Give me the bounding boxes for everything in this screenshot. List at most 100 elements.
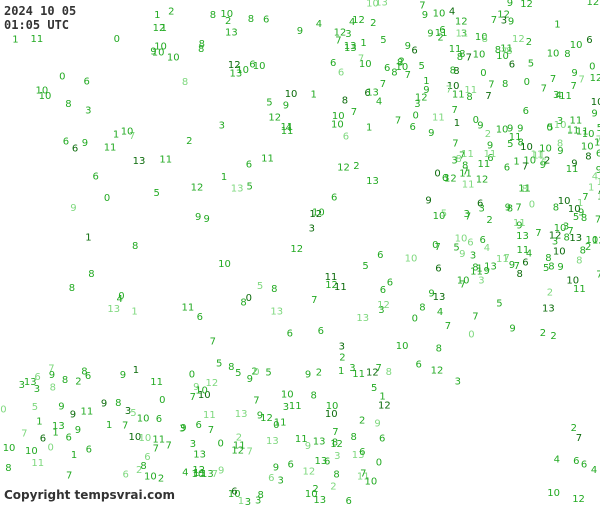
- station-value: 7: [247, 446, 253, 457]
- station-value: 0: [546, 123, 552, 134]
- station-value: 8: [132, 241, 138, 252]
- station-value: 4: [437, 307, 443, 318]
- station-value: 12: [476, 175, 489, 186]
- station-value: 8: [351, 432, 357, 443]
- station-value: 9: [507, 124, 513, 135]
- station-value: 6: [586, 35, 592, 46]
- observation-time: 01:05 UTC: [4, 18, 70, 32]
- station-value: 11: [182, 303, 195, 314]
- station-value: 0: [412, 313, 418, 324]
- station-value: 8: [482, 34, 488, 45]
- station-value: 12: [378, 401, 391, 412]
- station-value: 10: [236, 65, 249, 76]
- station-value: 6: [504, 163, 510, 174]
- station-value: 9: [218, 466, 224, 477]
- station-value: 0: [48, 443, 54, 454]
- station-value: 11: [518, 184, 531, 195]
- station-value: 6: [263, 14, 269, 25]
- station-value: 4: [316, 19, 322, 30]
- station-value: 8: [391, 68, 397, 79]
- station-value: 6: [411, 45, 417, 56]
- station-value: 6: [338, 68, 344, 79]
- station-value: 0: [480, 68, 486, 79]
- station-value: 1: [71, 450, 77, 461]
- station-value: 10: [195, 386, 208, 397]
- station-value: 6: [72, 143, 78, 154]
- station-value: 6: [573, 456, 579, 467]
- station-value: 1: [154, 10, 160, 21]
- station-value: 8: [115, 398, 121, 409]
- station-value: 12: [268, 113, 281, 124]
- station-value: 0: [253, 367, 259, 378]
- station-value: 8: [502, 79, 508, 90]
- station-value: 9: [459, 249, 465, 260]
- station-value: 3: [34, 384, 40, 395]
- station-value: 3: [451, 155, 457, 166]
- station-value: 1: [567, 124, 573, 135]
- station-value: 11: [576, 127, 589, 138]
- station-value: 8: [198, 44, 204, 55]
- station-value: 8: [466, 92, 472, 103]
- station-value: 4: [376, 97, 382, 108]
- station-value: 2: [370, 18, 376, 29]
- station-value: 1: [588, 183, 594, 194]
- station-value: 7: [351, 107, 357, 118]
- station-value: 9: [58, 402, 64, 413]
- station-value: 5: [257, 281, 263, 292]
- station-value: 11: [513, 218, 526, 229]
- station-value: 7: [541, 84, 547, 95]
- station-value: 11: [435, 28, 448, 39]
- station-value: 2: [339, 353, 345, 364]
- station-value: 11: [462, 180, 475, 191]
- station-value: 7: [122, 421, 128, 432]
- station-value: 4: [526, 249, 532, 260]
- station-value: 5: [543, 263, 549, 274]
- station-value: 5: [380, 35, 386, 46]
- station-value: 3: [478, 276, 484, 287]
- station-value: 5: [419, 61, 425, 72]
- station-value: 9: [571, 159, 577, 170]
- copyright-label: Copyright tempsvrai.com: [4, 488, 176, 502]
- observation-date: 2024 10 05: [4, 4, 77, 18]
- station-value: 10: [167, 53, 180, 64]
- station-value: 0: [473, 115, 479, 126]
- station-value: 8: [210, 10, 216, 21]
- station-value: 3: [443, 173, 449, 184]
- station-value: 9: [507, 0, 513, 9]
- station-value: 13: [344, 41, 357, 52]
- station-value: 8: [436, 344, 442, 355]
- station-value: 9: [195, 212, 201, 223]
- station-value: 7: [571, 81, 577, 92]
- station-value: 9: [70, 203, 76, 214]
- station-value: 13: [133, 156, 146, 167]
- station-value: 6: [246, 160, 252, 171]
- station-value: 7: [488, 80, 494, 91]
- station-layer: 1010810214131201011011291081060131108910…: [0, 0, 600, 507]
- station-value: 13: [366, 176, 379, 187]
- station-value: 12: [572, 494, 585, 505]
- station-value: 7: [595, 215, 600, 226]
- station-value: 11: [456, 28, 469, 39]
- station-value: 9: [101, 399, 107, 410]
- station-value: 6: [86, 445, 92, 456]
- station-value: 11: [81, 407, 94, 418]
- station-value: 3: [455, 376, 461, 387]
- station-value: 11: [289, 401, 302, 412]
- station-value: 6: [287, 329, 293, 340]
- station-value: 2: [550, 331, 556, 342]
- station-value: 0: [189, 369, 195, 380]
- station-value: 6: [477, 198, 483, 209]
- station-value: 6: [288, 460, 294, 471]
- station-value: 8: [462, 161, 468, 172]
- station-value: 1: [113, 130, 119, 141]
- station-value: 6: [343, 132, 349, 143]
- station-value: 12: [377, 300, 390, 311]
- station-value: 8: [564, 49, 570, 60]
- station-value: 10: [3, 443, 16, 454]
- station-value: 9: [427, 28, 433, 39]
- station-value: 13: [107, 304, 120, 315]
- station-value: 6: [318, 326, 324, 337]
- station-value: 11: [31, 458, 44, 469]
- station-value: 6: [384, 63, 390, 74]
- station-value: 5: [154, 188, 160, 199]
